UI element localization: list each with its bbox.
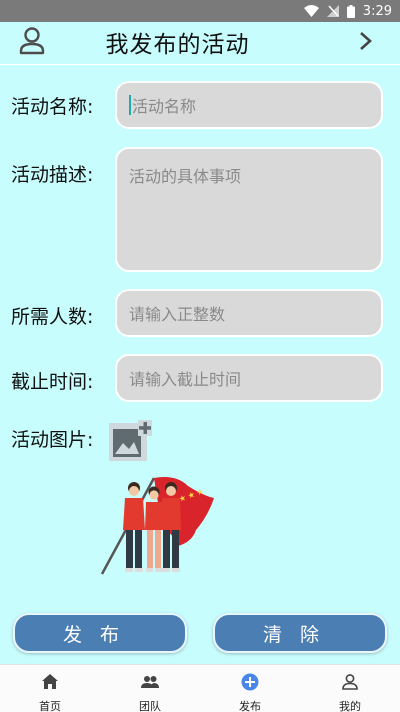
tab-team-label: 团队 xyxy=(139,700,161,712)
activity-desc-label: 活动描述: xyxy=(11,164,94,186)
volunteers-illustration: ★ ★ ★ xyxy=(96,472,220,580)
battery-icon xyxy=(346,4,355,18)
activity-desc-placeholder: 活动的具体事项 xyxy=(129,167,242,186)
team-icon xyxy=(141,673,159,695)
activity-name-input[interactable]: 活动名称 xyxy=(115,81,383,129)
profile-icon xyxy=(341,673,359,695)
bottom-tab-bar: 首页 团队 发布 我的 xyxy=(0,664,400,712)
publish-icon xyxy=(241,673,259,695)
text-cursor xyxy=(129,95,131,115)
activity-image-label: 活动图片: xyxy=(11,429,94,451)
activity-name-label: 活动名称: xyxy=(11,96,94,118)
deadline-input[interactable]: 请输入截止时间 xyxy=(115,354,383,402)
status-time: 3:29 xyxy=(362,3,392,19)
top-bar: 我发布的活动 xyxy=(0,22,400,62)
clear-button[interactable]: 清除 xyxy=(213,613,387,653)
no-signal-icon xyxy=(326,5,339,17)
wifi-icon xyxy=(303,5,319,17)
people-count-placeholder: 请输入正整数 xyxy=(129,305,226,324)
tab-publish[interactable]: 发布 xyxy=(200,665,300,712)
add-image-icon[interactable] xyxy=(108,420,152,462)
tab-home[interactable]: 首页 xyxy=(0,665,100,712)
people-count-input[interactable]: 请输入正整数 xyxy=(115,289,383,337)
deadline-label: 截止时间: xyxy=(11,371,94,393)
activity-name-placeholder: 活动名称 xyxy=(132,97,197,116)
home-icon xyxy=(41,673,59,695)
tab-profile[interactable]: 我的 xyxy=(300,665,400,712)
tab-profile-label: 我的 xyxy=(339,700,361,712)
tab-home-label: 首页 xyxy=(39,700,61,712)
page-title: 我发布的活动 xyxy=(105,32,250,58)
publish-button[interactable]: 发布 xyxy=(13,613,187,653)
status-bar: 3:29 xyxy=(0,0,400,22)
deadline-placeholder: 请输入截止时间 xyxy=(129,370,242,389)
header-divider xyxy=(0,64,400,65)
chevron-right-icon[interactable] xyxy=(356,29,376,53)
people-count-label: 所需人数: xyxy=(11,306,94,328)
tab-team[interactable]: 团队 xyxy=(100,665,200,712)
activity-desc-input[interactable]: 活动的具体事项 xyxy=(115,147,383,272)
tab-publish-label: 发布 xyxy=(239,700,261,712)
